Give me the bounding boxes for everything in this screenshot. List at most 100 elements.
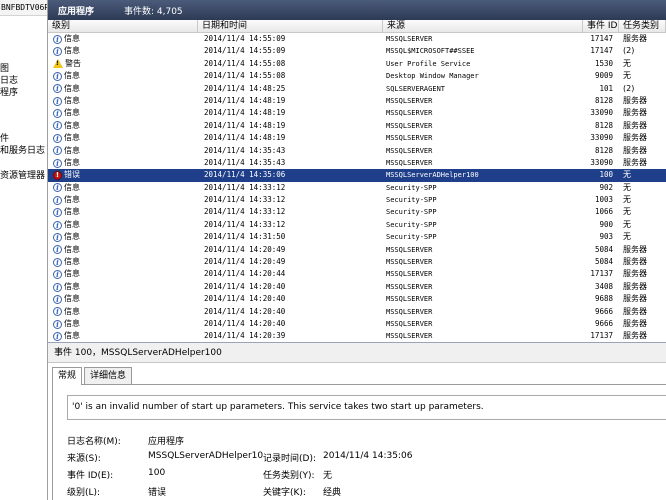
tab-general[interactable]: 常规 [52, 367, 83, 385]
column-header-source[interactable]: 来源 [383, 20, 583, 32]
event-level-cell: i 信息 [48, 83, 198, 95]
event-row[interactable]: i 信息 2014/11/4 14:33:12 Security-SPP 900 无 [48, 219, 666, 231]
event-detail-title: 事件 100，MSSQLServerADHelper100 [48, 343, 666, 363]
log-name-value: 应用程序 [148, 437, 185, 447]
event-date-cell: 2014/11/4 14:31:50 [204, 232, 286, 242]
event-count: 事件数: 4,705 [124, 6, 183, 17]
info-icon: i [53, 109, 62, 119]
info-icon: i [53, 96, 62, 106]
event-id-cell: 9666 [594, 306, 613, 316]
event-date-cell: 2014/11/4 14:55:08 [204, 71, 286, 81]
event-category-cell: 服务器 [623, 157, 647, 167]
nav-tree-item[interactable]: 程序 [0, 85, 18, 98]
source-value: MSSQLServerADHelper10 [148, 451, 264, 461]
task-category-value: 无 [323, 471, 333, 481]
event-source-cell: MSSQLSERVER [386, 134, 433, 143]
main-pane: 应用程序 事件数: 4,705 级别 日期和时间 来源 事件 ID 任务类别 i… [48, 0, 666, 500]
event-id-cell: 17147 [590, 46, 613, 56]
event-level-cell: i 信息 [48, 194, 198, 206]
log-title: 应用程序 [58, 6, 95, 17]
nav-tree-item[interactable]: 和服务日志 [0, 143, 45, 156]
event-category-cell: 无 [623, 58, 631, 68]
event-level-text: 信息 [64, 195, 80, 205]
event-date-cell: 2014/11/4 14:48:19 [204, 133, 286, 143]
column-header-date[interactable]: 日期和时间 [198, 20, 383, 32]
info-icon: i [53, 307, 62, 317]
event-row[interactable]: i 信息 2014/11/4 14:33:12 Security-SPP 1066 无 [48, 206, 666, 218]
event-row[interactable]: i 信息 2014/11/4 14:33:12 Security-SPP 902 无 [48, 182, 666, 194]
event-level-cell: i 信息 [48, 318, 198, 330]
event-date-cell: 2014/11/4 14:48:25 [204, 83, 286, 93]
log-header-bar: 应用程序 事件数: 4,705 [48, 0, 666, 20]
event-row[interactable]: i 信息 2014/11/4 14:20:40 MSSQLSERVER 9688 服务器 [48, 293, 666, 305]
event-row[interactable]: i 信息 2014/11/4 14:48:25 SQLSERVERAGENT 101 (2… [48, 83, 666, 95]
event-level-text: 信息 [64, 95, 80, 105]
event-id-cell: 17137 [590, 331, 613, 341]
event-category-cell: (2) [623, 46, 635, 56]
event-row[interactable]: i 信息 2014/11/4 14:48:19 MSSQLSERVER 33090 服务器 [48, 132, 666, 144]
event-row[interactable]: i 信息 2014/11/4 14:20:49 MSSQLSERVER 5084 服务器 [48, 256, 666, 268]
column-header-event-id[interactable]: 事件 ID [583, 20, 619, 32]
event-row[interactable]: i 信息 2014/11/4 14:20:44 MSSQLSERVER 17137 服务器 [48, 268, 666, 280]
general-tab-panel: '0' is an invalid number of start up par… [52, 384, 666, 500]
event-date-cell: 2014/11/4 14:20:44 [204, 269, 286, 279]
event-row[interactable]: i 信息 2014/11/4 14:55:08 Desktop Window Mana… [48, 70, 666, 82]
event-level-cell: i 信息 [48, 45, 198, 57]
info-icon: i [53, 84, 62, 94]
event-row[interactable]: i 信息 2014/11/4 14:20:39 MSSQLSERVER 17137 服务器 [48, 330, 666, 342]
event-level-cell: i 信息 [48, 95, 198, 107]
event-date-cell: 2014/11/4 14:33:12 [204, 219, 286, 229]
event-id-cell: 8128 [594, 95, 613, 105]
detail-tabs: 常规 详细信息 [52, 367, 134, 385]
event-id-cell: 8128 [594, 120, 613, 130]
event-row[interactable]: i 信息 2014/11/4 14:55:09 MSSQLSERVER 17147 服务器 [48, 33, 666, 45]
event-category-cell: 服务器 [623, 244, 647, 254]
column-header-level[interactable]: 级别 [48, 20, 198, 32]
event-row[interactable]: i 信息 2014/11/4 14:55:09 MSSQL$MICROSOFT##SS… [48, 45, 666, 57]
event-source-cell: MSSQLSERVER [386, 319, 433, 328]
event-source-cell: MSSQLServerADHelper100 [386, 171, 479, 180]
event-source-cell: MSSQLSERVER [386, 270, 433, 279]
event-row[interactable]: i 信息 2014/11/4 14:35:43 MSSQLSERVER 33090 服务器 [48, 157, 666, 169]
info-icon: i [53, 183, 62, 193]
event-category-cell: 服务器 [623, 306, 647, 316]
event-id-cell: 5084 [594, 257, 613, 267]
event-row[interactable]: i 信息 2014/11/4 14:33:12 Security-SPP 1003 无 [48, 194, 666, 206]
event-row[interactable]: i 信息 2014/11/4 14:48:19 MSSQLSERVER 8128 服务器 [48, 120, 666, 132]
event-date-cell: 2014/11/4 14:35:43 [204, 145, 286, 155]
event-category-cell: 无 [623, 170, 631, 180]
event-row[interactable]: i 信息 2014/11/4 14:31:50 Security-SPP 903 无 [48, 231, 666, 243]
event-source-cell: MSSQL$MICROSOFT##SSEE [386, 47, 475, 56]
event-date-cell: 2014/11/4 14:48:19 [204, 120, 286, 130]
event-row[interactable]: ! 警告 2014/11/4 14:55:08 User Profile Servic… [48, 58, 666, 70]
event-row[interactable]: i 信息 2014/11/4 14:20:40 MSSQLSERVER 9666 服务器 [48, 306, 666, 318]
event-id-cell: 1530 [594, 58, 613, 68]
event-rows: i 信息 2014/11/4 14:55:09 MSSQLSERVER 17147 服务器… [48, 33, 666, 342]
event-level-text: 信息 [64, 133, 80, 143]
event-row[interactable]: i 信息 2014/11/4 14:35:43 MSSQLSERVER 8128 服务器 [48, 145, 666, 157]
event-category-cell: 服务器 [623, 108, 647, 118]
event-category-cell: 服务器 [623, 95, 647, 105]
event-row[interactable]: i 信息 2014/11/4 14:20:40 MSSQLSERVER 3408 服务器 [48, 281, 666, 293]
event-level-text: 信息 [64, 294, 80, 304]
column-header-task-category[interactable]: 任务类别 [619, 20, 666, 32]
event-row[interactable]: i 信息 2014/11/4 14:48:19 MSSQLSERVER 33090 服务器 [48, 107, 666, 119]
event-row[interactable]: i 信息 2014/11/4 14:48:19 MSSQLSERVER 8128 服务器 [48, 95, 666, 107]
event-message[interactable]: '0' is an invalid number of start up par… [67, 395, 666, 420]
event-level-text: 信息 [64, 257, 80, 267]
event-level-cell: i 信息 [48, 293, 198, 305]
event-level-cell: i 信息 [48, 206, 198, 218]
event-source-cell: MSSQLSERVER [386, 35, 433, 43]
event-row[interactable]: i 信息 2014/11/4 14:20:40 MSSQLSERVER 9666 服务器 [48, 318, 666, 330]
source-label: 来源(S): [67, 454, 101, 464]
event-list[interactable]: 级别 日期和时间 来源 事件 ID 任务类别 i 信息 2014/11/4 14:5… [48, 20, 666, 343]
navigation-tree-panel: BNFBDTV06R 图日志 程序件和服务日志 资源管理器 [0, 0, 48, 500]
info-icon: i [53, 270, 62, 280]
info-icon: i [53, 158, 62, 168]
nav-tree-item[interactable]: 资源管理器 [0, 168, 45, 181]
tab-details[interactable]: 详细信息 [84, 367, 133, 385]
event-row-selected[interactable]: ! 错误 2014/11/4 14:35:06 MSSQLServerADHelper… [48, 169, 666, 182]
event-row[interactable]: i 信息 2014/11/4 14:20:49 MSSQLSERVER 5084 服务器 [48, 244, 666, 256]
event-id-cell: 9009 [594, 71, 613, 81]
event-level-cell: i 信息 [48, 219, 198, 231]
